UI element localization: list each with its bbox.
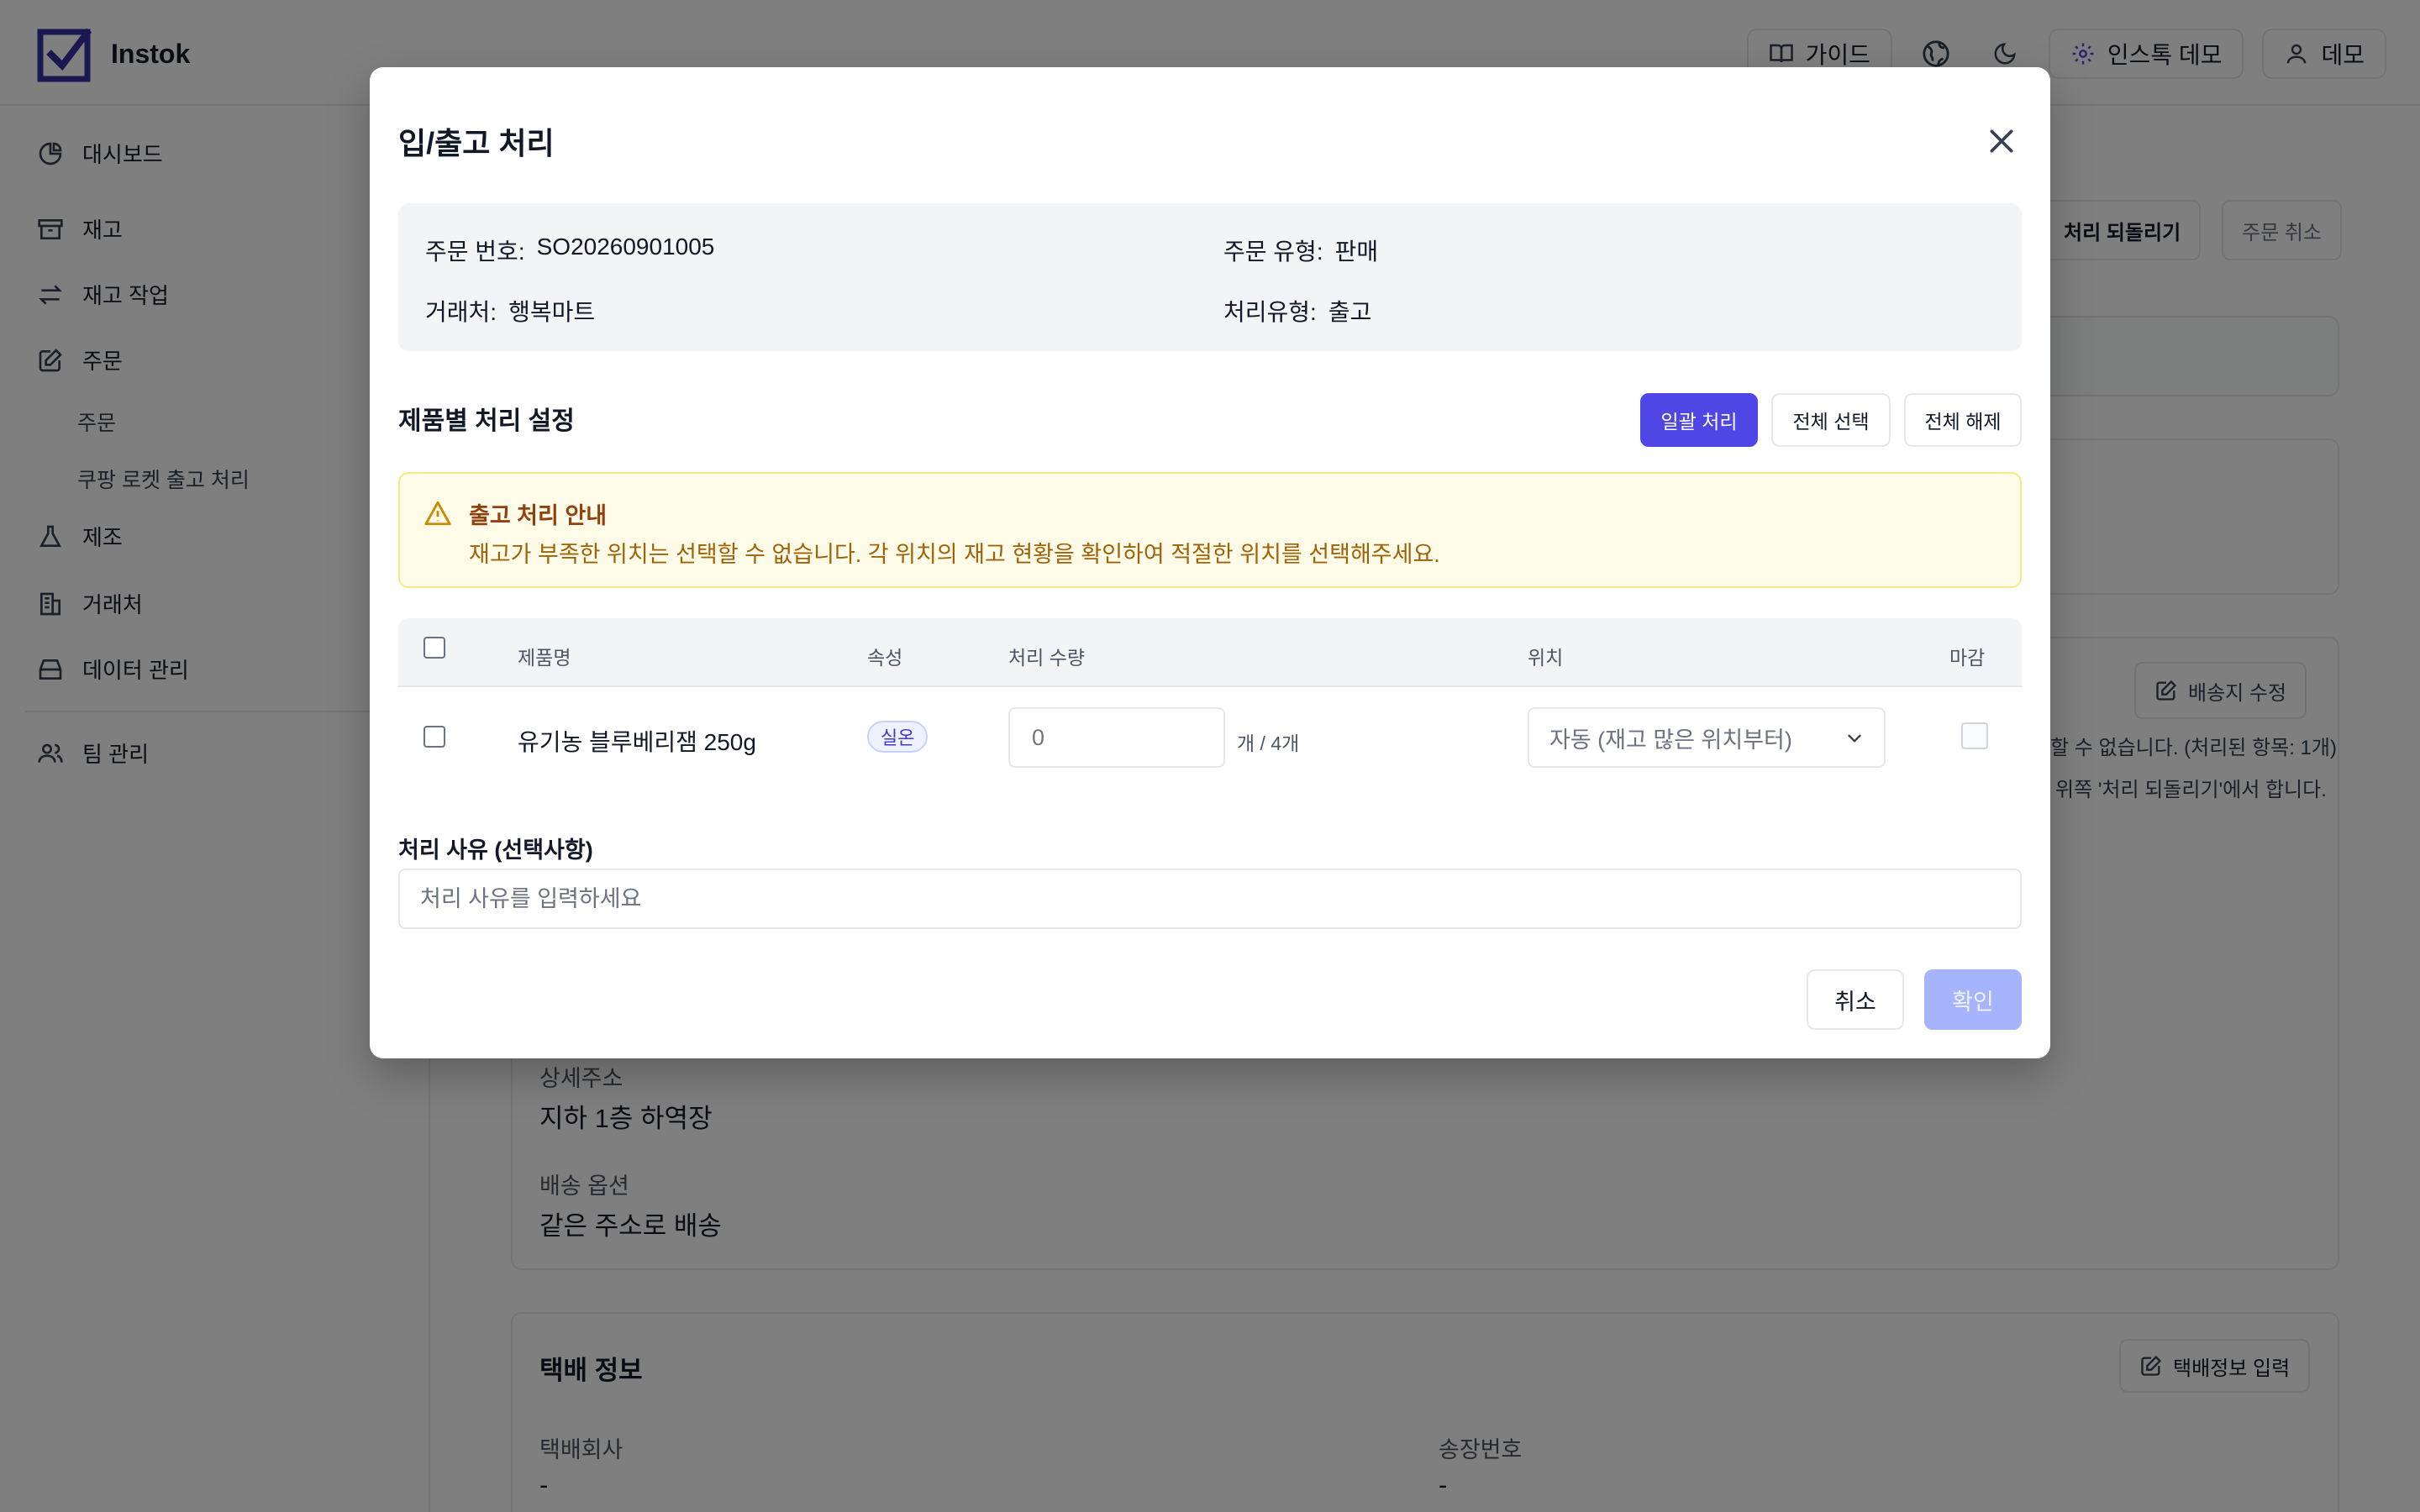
- chevron-down-icon: [1848, 734, 1861, 743]
- process-type-value: 출고: [1328, 299, 1372, 325]
- closed-checkbox[interactable]: [1961, 722, 1988, 749]
- order-number: 주문 번호: SO20260901005: [425, 234, 714, 267]
- row-checkbox[interactable]: [424, 726, 445, 748]
- order-info-box: 주문 번호: SO20260901005 주문 유형: 판매 거래처: 행복마트…: [398, 203, 2022, 351]
- column-quantity: 처리 수량: [1008, 647, 1086, 669]
- table-row: 유기농 블루베리잼 250g 실온 개 / 4개 자동 (재고 많은 위치부터): [398, 687, 2022, 788]
- attribute-badge: 실온: [867, 721, 929, 753]
- inout-process-modal: 입/출고 처리 주문 번호: SO20260901005 주문 유형: 판매 거…: [370, 67, 2050, 1058]
- column-attribute: 속성: [867, 647, 903, 669]
- location-select-value: 자동 (재고 많은 위치부터): [1549, 727, 1792, 753]
- order-type-value: 판매: [1334, 239, 1379, 265]
- modal-title: 입/출고 처리: [398, 126, 555, 160]
- process-type: 처리유형: 출고: [1223, 294, 1371, 328]
- section-title: 제품별 처리 설정: [398, 407, 575, 435]
- quantity-input[interactable]: [1008, 707, 1225, 768]
- alert-title: 출고 처리 안내: [469, 503, 608, 528]
- table-header: 제품명 속성 처리 수량 위치 마감: [398, 618, 2022, 687]
- cancel-button[interactable]: 취소: [1807, 969, 1904, 1030]
- reason-label: 처리 사유 (선택사항): [398, 837, 593, 863]
- order-type-label: 주문 유형:: [1223, 239, 1323, 265]
- alert-text: 재고가 부족한 위치는 선택할 수 없습니다. 각 위치의 재고 현황을 확인하…: [469, 542, 1440, 567]
- order-number-label: 주문 번호:: [425, 239, 525, 265]
- outbound-alert: 출고 처리 안내 재고가 부족한 위치는 선택할 수 없습니다. 각 위치의 재…: [398, 472, 2022, 588]
- order-type: 주문 유형: 판매: [1223, 234, 1378, 267]
- close-button[interactable]: [1980, 119, 2023, 163]
- quantity-suffix: 개 / 4개: [1237, 732, 1300, 754]
- deselect-all-button[interactable]: 전체 해제: [1904, 393, 2022, 447]
- partner: 거래처: 행복마트: [425, 294, 595, 328]
- confirm-button[interactable]: 확인: [1924, 969, 2022, 1030]
- partner-value: 행복마트: [508, 299, 596, 325]
- column-product: 제품명: [518, 647, 571, 669]
- column-location: 위치: [1528, 647, 1564, 669]
- close-icon: [1990, 129, 2013, 153]
- product-name: 유기농 블루베리잼 250g: [518, 729, 756, 755]
- reason-input[interactable]: [398, 869, 2022, 929]
- process-type-label: 처리유형:: [1223, 299, 1317, 325]
- warning-icon: [424, 501, 451, 526]
- bulk-process-button[interactable]: 일괄 처리: [1640, 393, 1758, 447]
- select-all-checkbox[interactable]: [424, 637, 445, 659]
- select-all-button[interactable]: 전체 선택: [1771, 393, 1891, 447]
- location-select[interactable]: 자동 (재고 많은 위치부터): [1528, 707, 1886, 768]
- column-closed: 마감: [1949, 647, 1986, 669]
- partner-label: 거래처:: [425, 299, 497, 325]
- order-number-value: SO20260901005: [536, 234, 715, 260]
